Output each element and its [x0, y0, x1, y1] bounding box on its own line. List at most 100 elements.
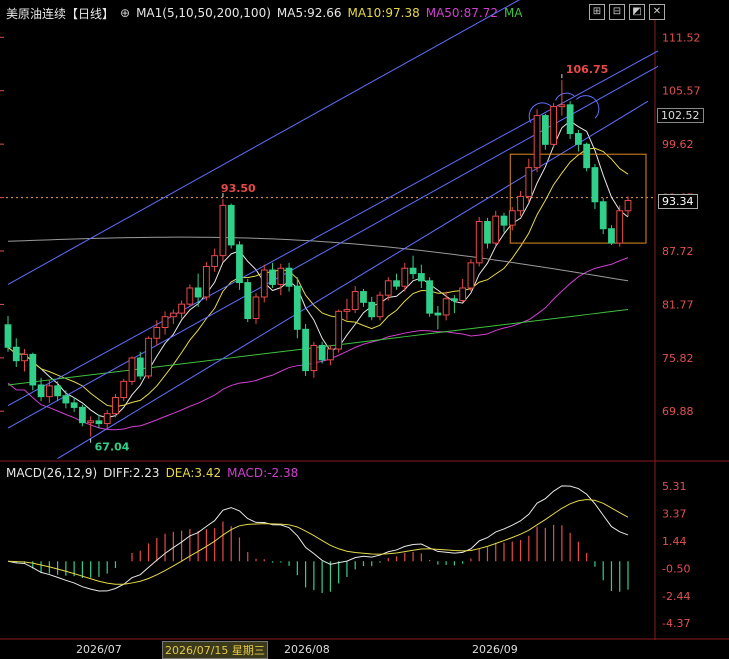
candle-body: [335, 310, 343, 350]
candle-body: [575, 133, 582, 145]
candle-body: [219, 204, 227, 257]
candle-body: [376, 294, 384, 318]
candle-body: [591, 167, 599, 203]
candle-body: [475, 221, 483, 264]
candle: [293, 277, 301, 339]
marker-price-tag: 102.52: [657, 108, 704, 123]
candle: [335, 309, 343, 353]
high-annotation: 106.75: [566, 63, 608, 76]
candle: [624, 196, 632, 217]
candle-body: [533, 115, 541, 169]
candle-body: [459, 287, 467, 302]
y-tick-label: 81.77: [662, 298, 694, 311]
candle-body: [310, 344, 318, 372]
candle-body: [203, 265, 210, 298]
candle-body: [4, 324, 12, 348]
candle-body: [508, 210, 516, 226]
candle: [87, 416, 95, 437]
candle-body: [318, 344, 326, 361]
candle: [186, 284, 194, 307]
pattern-arc: [528, 102, 555, 124]
candle-body: [541, 115, 549, 145]
candle: [459, 279, 467, 303]
candle-body: [302, 328, 309, 372]
x-label-aug: 2026/08: [284, 643, 330, 656]
candle: [269, 262, 276, 288]
candle-body: [79, 406, 86, 424]
candle-body: [417, 273, 425, 282]
candle-body: [451, 298, 458, 302]
candle-body: [608, 228, 615, 244]
candle: [211, 248, 219, 272]
candle-body: [393, 280, 400, 287]
y-tick-label: 75.82: [662, 352, 694, 365]
macd-y-tick-label: -0.50: [662, 562, 690, 575]
candle-body: [583, 143, 591, 169]
candle-body: [29, 353, 37, 386]
candle-body: [343, 309, 351, 312]
candle: [236, 241, 243, 290]
candle: [533, 109, 541, 173]
candle-body: [161, 316, 169, 328]
candle-body: [500, 215, 508, 226]
candle-body: [558, 104, 566, 108]
y-tick-label: 111.52: [662, 31, 701, 44]
trend-channel-line: [7, 0, 521, 285]
candle-body: [178, 303, 185, 314]
candle-body: [211, 255, 219, 267]
candle-body: [484, 221, 491, 244]
candle-body: [384, 280, 392, 296]
candle-body: [360, 291, 367, 303]
candle-body: [169, 312, 177, 318]
candle-body: [434, 312, 442, 316]
pattern-arc: [555, 92, 575, 101]
high-annotation: 93.50: [221, 182, 256, 195]
candle-body: [293, 285, 301, 330]
current-price-tag: 93.34: [658, 194, 698, 209]
candle-body: [128, 357, 136, 382]
x-label-sep: 2026/09: [472, 643, 518, 656]
y-tick-label: 69.88: [662, 405, 694, 418]
candle: [260, 264, 268, 303]
candle: [145, 336, 152, 379]
candle: [203, 261, 210, 301]
candle-body: [260, 269, 268, 298]
candle: [492, 210, 500, 247]
candle-body: [409, 267, 417, 275]
candle: [112, 393, 119, 418]
candle-body: [54, 385, 61, 397]
candle: [550, 103, 557, 148]
trend-channel-line: [57, 100, 649, 460]
candle-body: [45, 385, 53, 398]
candle: [575, 129, 582, 152]
y-tick-label: 87.72: [662, 245, 694, 258]
candle: [525, 158, 533, 202]
candle-body: [467, 262, 475, 289]
candle: [393, 273, 400, 290]
candle: [302, 323, 309, 376]
candle: [426, 277, 433, 317]
candle: [95, 414, 103, 429]
macd-chart[interactable]: 5.31 3.37 1.44 -0.50 -2.44 -4.37: [0, 462, 729, 640]
price-chart[interactable]: 111.52105.5799.6293.6787.7281.7775.8269.…: [0, 0, 729, 462]
candle: [360, 288, 367, 307]
candle-body: [186, 287, 194, 305]
candle-body: [87, 420, 95, 424]
candle: [451, 295, 458, 314]
y-tick-label: 105.57: [662, 85, 701, 98]
macd-y-tick-label: -2.44: [662, 590, 690, 603]
candle-body: [368, 301, 376, 318]
macd-y-tick-label: -4.37: [662, 617, 690, 630]
candle-body: [599, 201, 607, 230]
candle: [62, 390, 70, 409]
candle: [45, 379, 53, 403]
candle: [351, 286, 359, 314]
candle: [285, 262, 293, 292]
candle: [376, 291, 384, 321]
candle-body: [624, 200, 632, 212]
candle: [599, 198, 607, 235]
candle: [29, 352, 37, 391]
candle: [252, 293, 260, 324]
y-tick-label: 99.62: [662, 138, 694, 151]
candle-body: [285, 267, 293, 287]
